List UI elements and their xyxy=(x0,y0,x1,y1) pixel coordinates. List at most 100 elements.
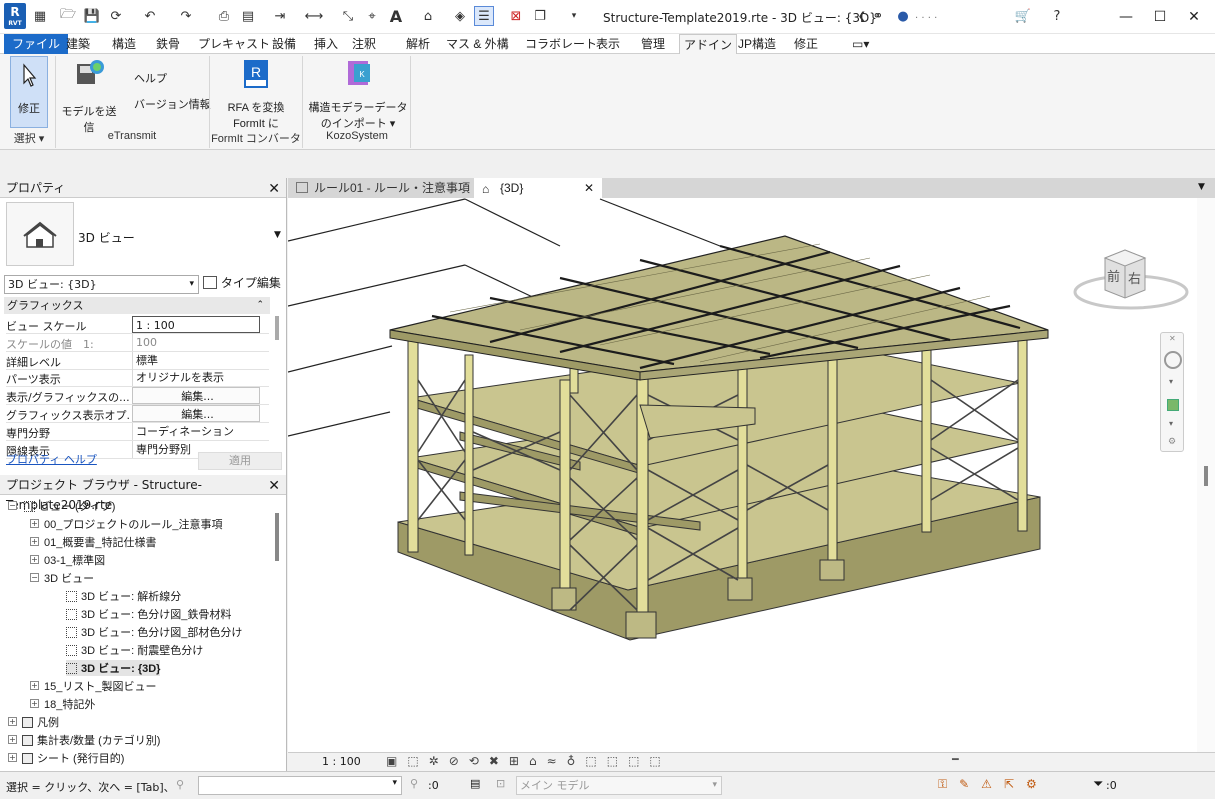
browser-item[interactable]: 3D ビュー: {3D} xyxy=(66,660,161,676)
user-icon[interactable]: ● xyxy=(893,6,913,26)
help-icon[interactable]: ? xyxy=(1047,6,1067,26)
text-icon[interactable]: A xyxy=(386,6,406,26)
expand-toggle-icon[interactable]: + xyxy=(8,735,17,744)
tab-rule01[interactable]: ルール01 - ルール・注意事項 xyxy=(288,178,474,198)
section-icon[interactable]: ◈ xyxy=(450,6,470,26)
close-icon[interactable]: ✕ xyxy=(1180,6,1208,28)
property-value[interactable]: 100 xyxy=(132,333,260,351)
model-lock-icon[interactable]: ⊡ xyxy=(496,777,505,790)
view-controls-icons[interactable]: ▣⬚✲⊘⟲✖⊞⌂≈♁⬚⬚⬚⬚ xyxy=(386,754,671,768)
tag-icon[interactable]: ⌖ xyxy=(362,6,382,26)
redo-icon[interactable]: ↷ xyxy=(176,6,196,26)
expand-toggle-icon[interactable]: + xyxy=(30,699,39,708)
property-row[interactable]: ビュー スケール 1 : 100 xyxy=(6,316,269,334)
edit-type-button[interactable]: タイプ編集 xyxy=(203,274,283,294)
customize-qat-icon[interactable]: ▾ xyxy=(564,6,584,26)
property-value[interactable]: コーディネーション xyxy=(132,422,260,440)
expand-toggle-icon[interactable]: + xyxy=(8,717,17,726)
browser-item[interactable]: 3D ビュー xyxy=(44,570,94,586)
undo-icon[interactable]: ↶ xyxy=(140,6,160,26)
close-icon[interactable]: ✕ xyxy=(268,476,280,496)
browser-item[interactable]: 18_特記外 xyxy=(44,696,95,712)
browser-item[interactable]: 00_プロジェクトのルール_注意事項 xyxy=(44,516,222,532)
browser-item[interactable]: 15_リスト_製図ビュー xyxy=(44,678,156,694)
user-name[interactable]: . . . . xyxy=(915,10,937,21)
property-value[interactable]: オリジナルを表示 xyxy=(132,369,260,387)
property-row[interactable]: スケールの値 1: 100 xyxy=(6,333,269,352)
browser-scrollbar[interactable] xyxy=(275,513,279,561)
help-button[interactable]: ヘルプ xyxy=(134,70,167,86)
expand-toggle-icon[interactable]: + xyxy=(30,555,39,564)
property-row[interactable]: 表示/グラフィックスの... 編集... xyxy=(6,387,269,406)
dimension-icon[interactable]: ⇥ xyxy=(270,6,290,26)
tab-4[interactable]: プレキャスト xyxy=(194,34,274,54)
main-model-select[interactable]: メイン モデル ▾ xyxy=(516,776,722,795)
property-value[interactable]: 標準 xyxy=(132,351,260,369)
filter-icon[interactable]: ⏷ xyxy=(1093,777,1103,792)
pdf-icon[interactable]: ▤ xyxy=(238,6,258,26)
tab-8[interactable]: 解析 xyxy=(402,34,434,54)
print-icon[interactable]: ⎙ xyxy=(214,6,234,26)
3d-view-icon[interactable]: ⌂ xyxy=(418,6,438,26)
maximize-icon[interactable]: ☐ xyxy=(1146,6,1174,28)
send-model-button[interactable]: モデルを送信 xyxy=(58,58,120,135)
cart-icon[interactable]: 🛒 xyxy=(1013,6,1033,26)
tab-10[interactable]: コラボレート xyxy=(521,34,601,54)
type-dropdown-icon[interactable]: ▼ xyxy=(274,230,281,240)
property-value[interactable]: 編集... xyxy=(132,405,260,422)
browser-item[interactable]: 3D ビュー: 色分け図_鉄骨材料 xyxy=(66,606,231,622)
view-scale[interactable]: 1 : 100 xyxy=(322,755,361,768)
browser-item[interactable]: 3D ビュー: 耐震壁色分け xyxy=(66,642,203,658)
browser-item[interactable]: 03-1_標準図 xyxy=(44,552,105,568)
tab-5[interactable]: 設備 xyxy=(268,34,300,54)
kozo-import-button[interactable]: K 構造モデラーデータ のインポート ▾ xyxy=(308,58,408,131)
chevron-down-icon[interactable]: ▾ xyxy=(1169,419,1173,428)
browser-item[interactable]: 集計表/数量 (カテゴリ別) xyxy=(22,732,160,748)
tab-6[interactable]: 挿入 xyxy=(310,34,342,54)
worksharing-icon[interactable]: ⚲ xyxy=(176,778,184,791)
property-row[interactable]: グラフィックス表示オプ... 編集... xyxy=(6,405,269,423)
property-row[interactable]: パーツ表示 オリジナルを表示 xyxy=(6,369,269,388)
ribbon-minimize-icon[interactable]: ▭▾ xyxy=(848,34,873,54)
viewcube-right-label[interactable]: 右 xyxy=(1128,268,1141,287)
close-icon[interactable]: ✕ xyxy=(268,179,280,199)
tab-3d[interactable]: ⌂ {3D} ✕ xyxy=(474,178,602,198)
select-panel[interactable]: 選択 ▾ xyxy=(4,130,54,146)
tab-0[interactable]: ファイル xyxy=(4,34,69,54)
expand-toggle-icon[interactable]: + xyxy=(8,753,17,762)
tab-15[interactable]: 修正 xyxy=(790,34,822,54)
viewcube[interactable]: 前 右 xyxy=(1071,240,1191,312)
tab-3[interactable]: 鉄骨 xyxy=(152,34,184,54)
open-icon[interactable]: 🗁 xyxy=(58,6,78,26)
3d-viewport[interactable]: 前 右 ✕ ▾ ▾ ⚙ xyxy=(288,198,1215,752)
sync-icon[interactable]: ⟳ xyxy=(106,6,126,26)
tab-12[interactable]: 管理 xyxy=(637,34,669,54)
property-row[interactable]: 専門分野 コーディネーション xyxy=(6,422,269,441)
minimize-icon[interactable]: — xyxy=(1112,6,1140,28)
close-icon[interactable]: ✕ xyxy=(1169,334,1176,343)
browser-item[interactable]: 01_概要書_特記仕様書 xyxy=(44,534,156,550)
tab-7[interactable]: 注釈 xyxy=(348,34,380,54)
property-value[interactable]: 編集... xyxy=(132,387,260,405)
switch-windows-icon[interactable]: ❐ xyxy=(530,6,550,26)
properties-help-link[interactable]: プロパティ ヘルプ xyxy=(6,451,97,467)
browser-item[interactable]: 3D ビュー: 解析線分 xyxy=(66,588,181,604)
expand-toggle-icon[interactable]: + xyxy=(30,681,39,690)
collapse-toggle-icon[interactable]: − xyxy=(30,573,39,582)
close-icon[interactable]: ✕ xyxy=(584,178,594,198)
browser-item[interactable]: ビュー (タイプ) xyxy=(24,498,115,514)
tab-11[interactable]: 表示 xyxy=(592,34,624,54)
apply-button[interactable]: 適用 xyxy=(198,452,282,470)
property-value[interactable]: 1 : 100 xyxy=(132,316,260,333)
home-icon[interactable]: ▦ xyxy=(30,6,50,26)
viewcube-front-label[interactable]: 前 xyxy=(1107,266,1120,285)
selection-filters-icons[interactable]: ⚿✎⚠⇱⚙ xyxy=(938,777,1049,792)
view-scrollbar-thumb[interactable] xyxy=(1204,466,1208,486)
tab-1[interactable]: 建築 xyxy=(62,34,94,54)
graphics-section[interactable]: グラフィックス ⌃ xyxy=(4,297,270,314)
options-icon[interactable]: ⚙ xyxy=(1168,437,1176,447)
tab-13[interactable]: アドイン xyxy=(679,34,738,55)
workset-select[interactable]: ▾ xyxy=(198,776,402,795)
rfa-convert-button[interactable]: R RFA を変換 FormIt に xyxy=(214,58,298,131)
collapse-toggle-icon[interactable]: − xyxy=(8,501,17,510)
